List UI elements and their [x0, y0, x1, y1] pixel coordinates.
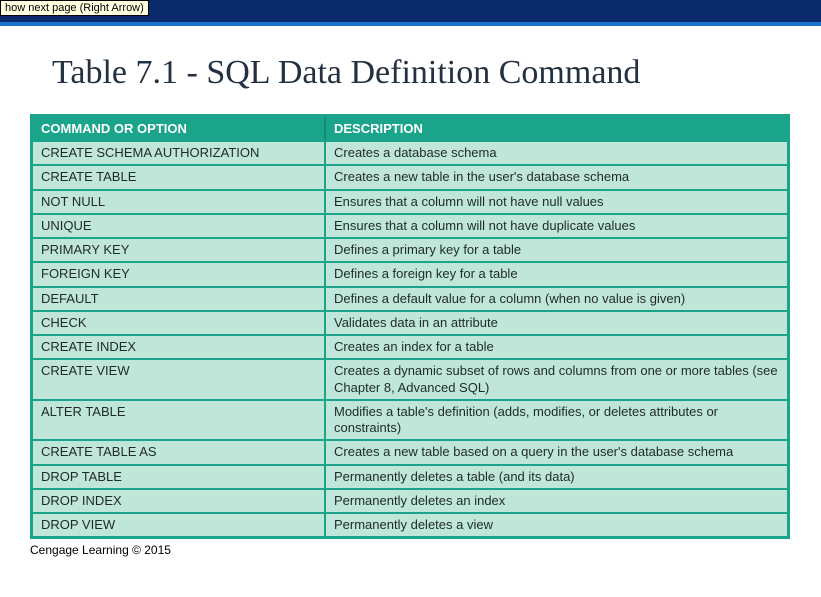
table-row: DROP TABLEPermanently deletes a table (a…: [33, 464, 787, 488]
cell-command: DROP INDEX: [33, 488, 326, 512]
cell-command: NOT NULL: [33, 189, 326, 213]
cell-description: Creates a dynamic subset of rows and col…: [326, 358, 787, 399]
table-row: CREATE TABLE ASCreates a new table based…: [33, 439, 787, 463]
cell-command: DROP TABLE: [33, 464, 326, 488]
cell-command: CREATE TABLE: [33, 164, 326, 188]
cell-description: Creates an index for a table: [326, 334, 787, 358]
cell-command: DEFAULT: [33, 286, 326, 310]
header-command: COMMAND OR OPTION: [33, 117, 326, 140]
table-row: DEFAULTDefines a default value for a col…: [33, 286, 787, 310]
cell-command: DROP VIEW: [33, 512, 326, 536]
table-row: CREATE VIEWCreates a dynamic subset of r…: [33, 358, 787, 399]
page-title: Table 7.1 - SQL Data Definition Command: [52, 54, 791, 92]
cell-description: Creates a new table based on a query in …: [326, 439, 787, 463]
slide-page: Table 7.1 - SQL Data Definition Command …: [0, 26, 821, 557]
table-row: DROP VIEWPermanently deletes a view: [33, 512, 787, 536]
table-header-row: COMMAND OR OPTION DESCRIPTION: [33, 117, 787, 140]
cell-description: Ensures that a column will not have null…: [326, 189, 787, 213]
cell-command: CREATE INDEX: [33, 334, 326, 358]
cell-command: CHECK: [33, 310, 326, 334]
cell-command: CREATE SCHEMA AUTHORIZATION: [33, 140, 326, 164]
table-row: CHECKValidates data in an attribute: [33, 310, 787, 334]
cell-command: UNIQUE: [33, 213, 326, 237]
copyright-text: Cengage Learning © 2015: [30, 543, 791, 557]
table-row: FOREIGN KEYDefines a foreign key for a t…: [33, 261, 787, 285]
header-description: DESCRIPTION: [326, 117, 787, 140]
cell-command: CREATE VIEW: [33, 358, 326, 399]
table-row: PRIMARY KEYDefines a primary key for a t…: [33, 237, 787, 261]
table-row: NOT NULLEnsures that a column will not h…: [33, 189, 787, 213]
table-row: CREATE SCHEMA AUTHORIZATIONCreates a dat…: [33, 140, 787, 164]
cell-description: Validates data in an attribute: [326, 310, 787, 334]
cell-description: Creates a new table in the user's databa…: [326, 164, 787, 188]
next-page-tooltip: how next page (Right Arrow): [0, 0, 149, 16]
cell-command: CREATE TABLE AS: [33, 439, 326, 463]
cell-description: Permanently deletes an index: [326, 488, 787, 512]
cell-description: Creates a database schema: [326, 140, 787, 164]
cell-description: Modifies a table's definition (adds, mod…: [326, 399, 787, 440]
table-row: ALTER TABLEModifies a table's definition…: [33, 399, 787, 440]
cell-description: Permanently deletes a table (and its dat…: [326, 464, 787, 488]
table-row: UNIQUEEnsures that a column will not hav…: [33, 213, 787, 237]
cell-command: FOREIGN KEY: [33, 261, 326, 285]
cell-description: Defines a foreign key for a table: [326, 261, 787, 285]
table-row: CREATE TABLECreates a new table in the u…: [33, 164, 787, 188]
cell-command: ALTER TABLE: [33, 399, 326, 440]
cell-description: Ensures that a column will not have dupl…: [326, 213, 787, 237]
table-row: DROP INDEXPermanently deletes an index: [33, 488, 787, 512]
cell-description: Defines a primary key for a table: [326, 237, 787, 261]
cell-command: PRIMARY KEY: [33, 237, 326, 261]
table-row: CREATE INDEXCreates an index for a table: [33, 334, 787, 358]
cell-description: Defines a default value for a column (wh…: [326, 286, 787, 310]
cell-description: Permanently deletes a view: [326, 512, 787, 536]
sql-ddl-table: COMMAND OR OPTION DESCRIPTION CREATE SCH…: [30, 114, 790, 539]
